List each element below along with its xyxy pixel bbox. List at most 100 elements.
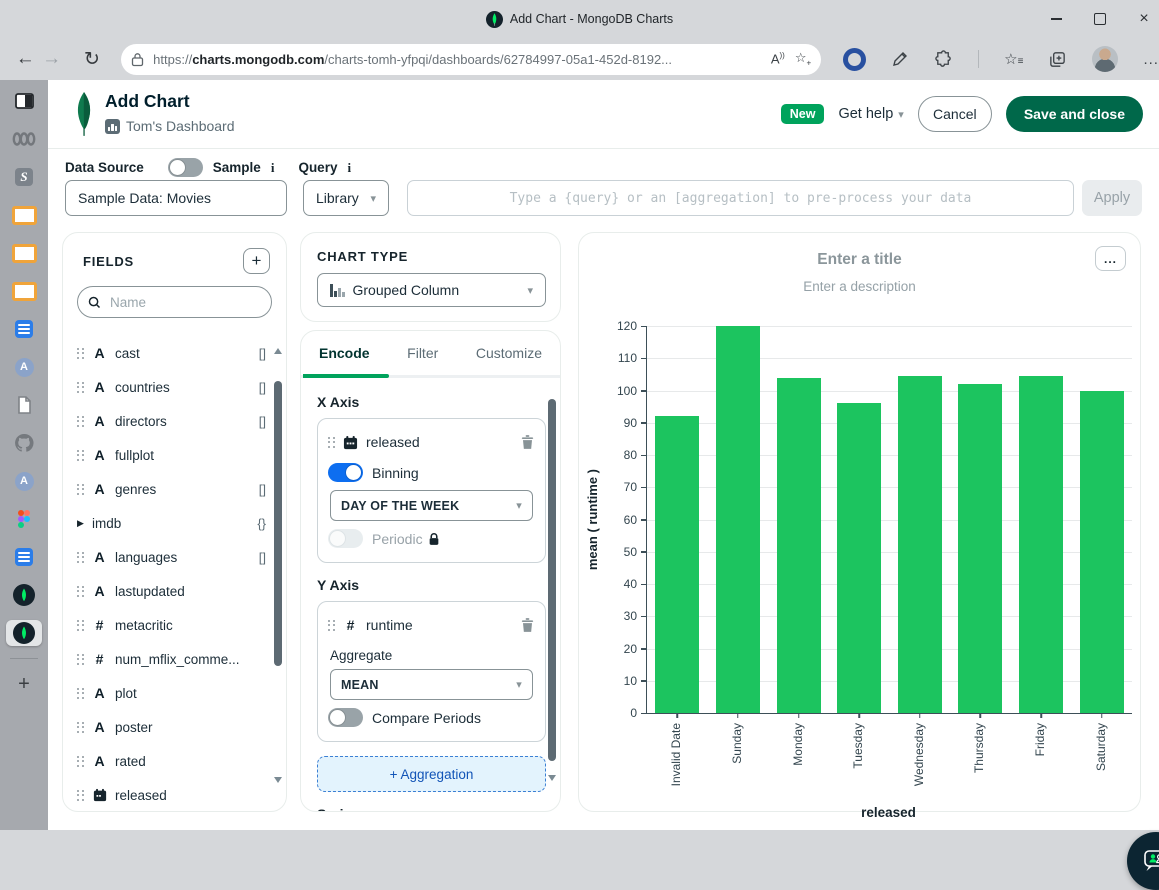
tab-script-icon[interactable]: S <box>6 164 42 190</box>
drag-handle-icon[interactable] <box>77 552 84 563</box>
bar-tuesday[interactable] <box>837 403 881 713</box>
tab-mongodb-active-icon[interactable] <box>6 620 42 646</box>
new-tab-icon[interactable]: + <box>6 671 42 697</box>
drag-handle-icon[interactable] <box>77 586 84 597</box>
drag-handle-icon[interactable] <box>77 382 84 393</box>
field-row[interactable]: Aplot <box>77 676 282 710</box>
field-row[interactable]: released <box>77 778 282 812</box>
field-row[interactable]: ▶imdb{} <box>77 506 282 540</box>
maximize-button[interactable] <box>1093 12 1107 26</box>
favorite-star-icon[interactable]: ☆+ <box>795 50 811 68</box>
profile-avatar[interactable] <box>1092 46 1118 72</box>
tab-yellow-card-icon[interactable] <box>6 202 42 228</box>
tab-filter[interactable]: Filter <box>407 345 438 361</box>
bar-saturday[interactable] <box>1080 391 1124 714</box>
tab-translate-icon[interactable]: A <box>6 354 42 380</box>
edit-pencil-icon[interactable] <box>891 50 909 68</box>
field-row[interactable]: Alastupdated <box>77 574 282 608</box>
drag-handle-icon[interactable] <box>77 722 84 733</box>
fields-scroll-down[interactable] <box>274 783 282 801</box>
field-row[interactable]: Alanguages[] <box>77 540 282 574</box>
tab-mongodb-icon[interactable] <box>6 582 42 608</box>
minimize-button[interactable] <box>1049 12 1063 26</box>
encode-scroll-down[interactable] <box>548 781 556 799</box>
support-chat-button[interactable] <box>1127 832 1159 890</box>
add-aggregation-button[interactable]: + Aggregation <box>317 756 546 792</box>
info-icon[interactable]: i <box>271 160 275 176</box>
bar-friday[interactable] <box>1019 376 1063 713</box>
trash-icon[interactable] <box>520 434 535 450</box>
drag-handle-icon[interactable] <box>77 416 84 427</box>
binning-toggle[interactable] <box>328 463 363 482</box>
field-row[interactable]: Afullplot <box>77 438 282 472</box>
tab-docs-icon[interactable] <box>6 316 42 342</box>
tab-yellow-card-icon[interactable] <box>6 240 42 266</box>
drag-handle-icon[interactable] <box>77 688 84 699</box>
chart-menu-button[interactable]: ... <box>1095 246 1126 271</box>
drag-handle-icon[interactable] <box>77 484 84 495</box>
chart-description-placeholder[interactable]: Enter a description <box>579 279 1140 294</box>
tab-encode[interactable]: Encode <box>319 345 370 361</box>
cancel-button[interactable]: Cancel <box>918 96 992 132</box>
tab-customize[interactable]: Customize <box>476 345 542 361</box>
field-row[interactable]: Acountries[] <box>77 370 282 404</box>
fields-scrollbar[interactable] <box>274 381 282 666</box>
field-row[interactable]: #metacritic <box>77 608 282 642</box>
apply-button[interactable]: Apply <box>1082 180 1142 216</box>
collections-icon[interactable] <box>1048 50 1067 69</box>
bar-sunday[interactable] <box>716 326 760 713</box>
get-help-menu[interactable]: Get help▾ <box>838 106 903 122</box>
sidebar-panel-icon[interactable] <box>6 88 42 114</box>
read-aloud-icon[interactable]: A)) <box>771 51 785 66</box>
chart-title-placeholder[interactable]: Enter a title <box>579 251 1140 269</box>
compare-periods-toggle[interactable] <box>328 708 363 727</box>
encode-scrollbar[interactable] <box>548 399 556 761</box>
drag-handle-icon[interactable] <box>77 450 84 461</box>
tab-figma-icon[interactable] <box>6 506 42 532</box>
extension-ring-icon[interactable] <box>843 48 866 71</box>
bar-wednesday[interactable] <box>898 376 942 713</box>
drag-handle-icon[interactable] <box>328 437 335 448</box>
bar-monday[interactable] <box>777 378 821 713</box>
fields-scroll-up[interactable] <box>274 331 282 349</box>
browser-menu-icon[interactable]: ... <box>1143 51 1159 68</box>
expand-icon[interactable]: ▶ <box>77 518 84 529</box>
data-source-select[interactable]: Sample Data: Movies <box>65 180 287 216</box>
url-text[interactable]: https://charts.mongodb.com/charts-tomh-y… <box>153 52 761 67</box>
field-row[interactable]: Adirectors[] <box>77 404 282 438</box>
sample-toggle[interactable] <box>168 158 203 177</box>
address-bar[interactable]: https://charts.mongodb.com/charts-tomh-y… <box>121 44 821 75</box>
field-search-input[interactable] <box>108 294 232 311</box>
bar-thursday[interactable] <box>958 384 1002 713</box>
trash-icon[interactable] <box>520 617 535 633</box>
tab-abc-icon[interactable] <box>6 126 42 152</box>
save-and-close-button[interactable]: Save and close <box>1006 96 1143 132</box>
chart-type-select[interactable]: Grouped Column ▾ <box>317 273 546 307</box>
tab-docs-icon[interactable] <box>6 544 42 570</box>
bin-unit-select[interactable]: DAY OF THE WEEK▾ <box>330 490 533 521</box>
drag-handle-icon[interactable] <box>328 620 335 631</box>
aggregate-select[interactable]: MEAN▾ <box>330 669 533 700</box>
field-search[interactable] <box>77 286 272 318</box>
extensions-puzzle-icon[interactable] <box>934 50 953 69</box>
field-row[interactable]: #num_mflix_comme... <box>77 642 282 676</box>
tab-yellow-card-icon[interactable] <box>6 278 42 304</box>
query-input[interactable] <box>407 180 1074 216</box>
back-icon[interactable]: ← <box>12 48 38 70</box>
info-icon[interactable]: i <box>347 160 351 176</box>
tab-translate-icon[interactable]: A <box>6 468 42 494</box>
drag-handle-icon[interactable] <box>77 348 84 359</box>
field-row[interactable]: Agenres[] <box>77 472 282 506</box>
query-mode-select[interactable]: Library▾ <box>303 180 389 216</box>
drag-handle-icon[interactable] <box>77 790 84 801</box>
drag-handle-icon[interactable] <box>77 654 84 665</box>
tab-github-icon[interactable] <box>6 430 42 456</box>
tab-document-icon[interactable] <box>6 392 42 418</box>
drag-handle-icon[interactable] <box>77 756 84 767</box>
drag-handle-icon[interactable] <box>77 620 84 631</box>
bar-invalid-date[interactable] <box>655 416 699 713</box>
favorites-bar-icon[interactable]: ☆≡ <box>1004 50 1023 68</box>
close-button[interactable]: × <box>1137 12 1151 26</box>
refresh-icon[interactable]: ↻ <box>79 48 105 71</box>
field-row[interactable]: Arated <box>77 744 282 778</box>
